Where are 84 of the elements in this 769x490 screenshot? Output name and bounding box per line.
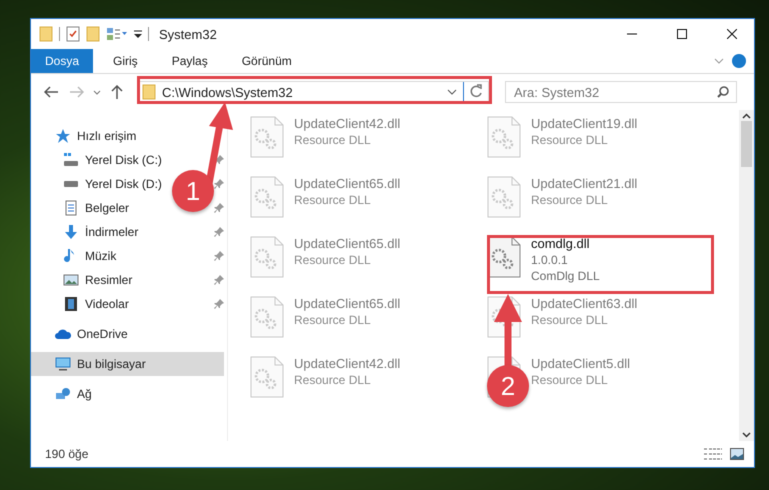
drive-icon — [63, 152, 79, 168]
scrollbar[interactable] — [739, 110, 754, 441]
file-detail: Resource DLL — [294, 313, 372, 327]
pin-icon[interactable] — [214, 155, 224, 165]
sidebar-item[interactable]: Yerel Disk (D:) — [31, 172, 166, 196]
sidebar-item[interactable]: Resimler — [31, 268, 136, 292]
scroll-down-icon[interactable] — [742, 432, 751, 438]
pin-icon[interactable] — [214, 179, 224, 189]
maximize-icon — [677, 29, 687, 39]
window-title: System32 — [159, 26, 218, 42]
file-detail: Resource DLL — [531, 193, 609, 207]
file-name[interactable]: UpdateClient65.dll — [294, 176, 400, 191]
film-icon — [63, 296, 79, 312]
star-icon — [55, 128, 71, 144]
file-name[interactable]: UpdateClient42.dll — [294, 116, 400, 131]
large-icons-view-icon[interactable] — [730, 448, 744, 460]
file-detail: Resource DLL — [294, 193, 372, 207]
sidebar-item[interactable]: Bu bilgisayar — [31, 352, 224, 376]
up-icon[interactable] — [111, 85, 123, 99]
pin-icon[interactable] — [214, 251, 224, 261]
sidebar-item[interactable]: Videolar — [31, 292, 133, 316]
sidebar-item[interactable]: OneDrive — [31, 322, 132, 346]
pin-icon[interactable] — [214, 275, 224, 285]
pin-icon[interactable] — [214, 227, 224, 237]
help-icon[interactable] — [732, 54, 746, 68]
file-detail: Resource DLL — [294, 253, 372, 267]
item-count: 190 öğe — [45, 447, 90, 461]
file-gears-icon — [487, 236, 521, 278]
back-icon[interactable] — [44, 86, 58, 98]
file-name[interactable]: UpdateClient65.dll — [294, 296, 400, 311]
ribbon-tab[interactable]: Paylaş — [158, 49, 222, 73]
folder-icon — [142, 84, 156, 100]
ribbon-tab[interactable]: Görünüm — [228, 49, 306, 73]
checklist-icon[interactable] — [66, 26, 80, 42]
new-folder-icon — [86, 26, 100, 42]
search-icon[interactable] — [717, 86, 729, 98]
pin-icon[interactable] — [214, 203, 224, 213]
file-name[interactable]: comdlg.dll — [531, 236, 600, 251]
file-detail: Resource DLL — [294, 133, 372, 147]
file-name[interactable]: UpdateClient21.dll — [531, 176, 638, 191]
file-detail: Resource DLL — [531, 373, 609, 387]
file-gears-icon — [250, 176, 284, 218]
file-gears-icon — [250, 116, 284, 158]
download-icon — [63, 224, 79, 240]
file-gears-icon — [487, 176, 521, 218]
file-gears-icon — [250, 356, 284, 398]
properties-dropdown-icon[interactable] — [106, 27, 128, 41]
sidebar-item[interactable]: İndirmeler — [31, 220, 142, 244]
file-name[interactable]: UpdateClient65.dll — [294, 236, 400, 251]
drive-icon — [63, 181, 79, 187]
customize-dropdown-icon[interactable] — [134, 29, 142, 39]
picture-icon — [63, 272, 79, 288]
file-name[interactable]: UpdateClient5.dll — [531, 356, 630, 371]
file-name[interactable]: UpdateClient42.dll — [294, 356, 400, 371]
sidebar-item[interactable]: Yerel Disk (C:) — [31, 148, 166, 172]
chevron-down-icon[interactable] — [447, 89, 457, 95]
close-icon — [727, 29, 737, 39]
folder-icon — [39, 26, 53, 42]
computer-icon — [55, 356, 71, 372]
ribbon-tab[interactable]: Dosya — [31, 49, 94, 73]
scroll-up-icon[interactable] — [742, 113, 751, 119]
file-name[interactable]: UpdateClient19.dll — [531, 116, 638, 131]
file-detail: Resource DLL — [531, 313, 609, 327]
sidebar-item[interactable]: Hızlı erişim — [31, 124, 140, 148]
chevron-down-icon[interactable] — [93, 90, 101, 94]
scrollbar-thumb[interactable] — [741, 121, 752, 167]
network-icon — [55, 386, 71, 402]
file-gears-icon — [250, 236, 284, 278]
sidebar-item[interactable]: Belgeler — [31, 196, 134, 220]
pin-icon[interactable] — [214, 299, 224, 309]
sidebar-item[interactable]: Ağ — [31, 382, 96, 406]
file-detail: ComDlg DLL — [531, 269, 600, 283]
file-gears-icon — [487, 116, 521, 158]
document-icon — [63, 200, 79, 216]
address-bar[interactable]: C:\Windows\System32 — [137, 81, 489, 103]
sidebar-item[interactable]: Müzik — [31, 244, 120, 268]
search-field[interactable]: Ara: System32 — [505, 81, 737, 103]
file-detail: 1.0.0.1 — [531, 253, 569, 267]
file-gears-icon — [250, 296, 284, 338]
file-detail: Resource DLL — [294, 373, 372, 387]
details-view-icon[interactable] — [704, 448, 722, 460]
file-detail: Resource DLL — [531, 133, 609, 147]
file-name[interactable]: UpdateClient63.dll — [531, 296, 638, 311]
ribbon-tab[interactable]: Giriş — [99, 49, 152, 73]
